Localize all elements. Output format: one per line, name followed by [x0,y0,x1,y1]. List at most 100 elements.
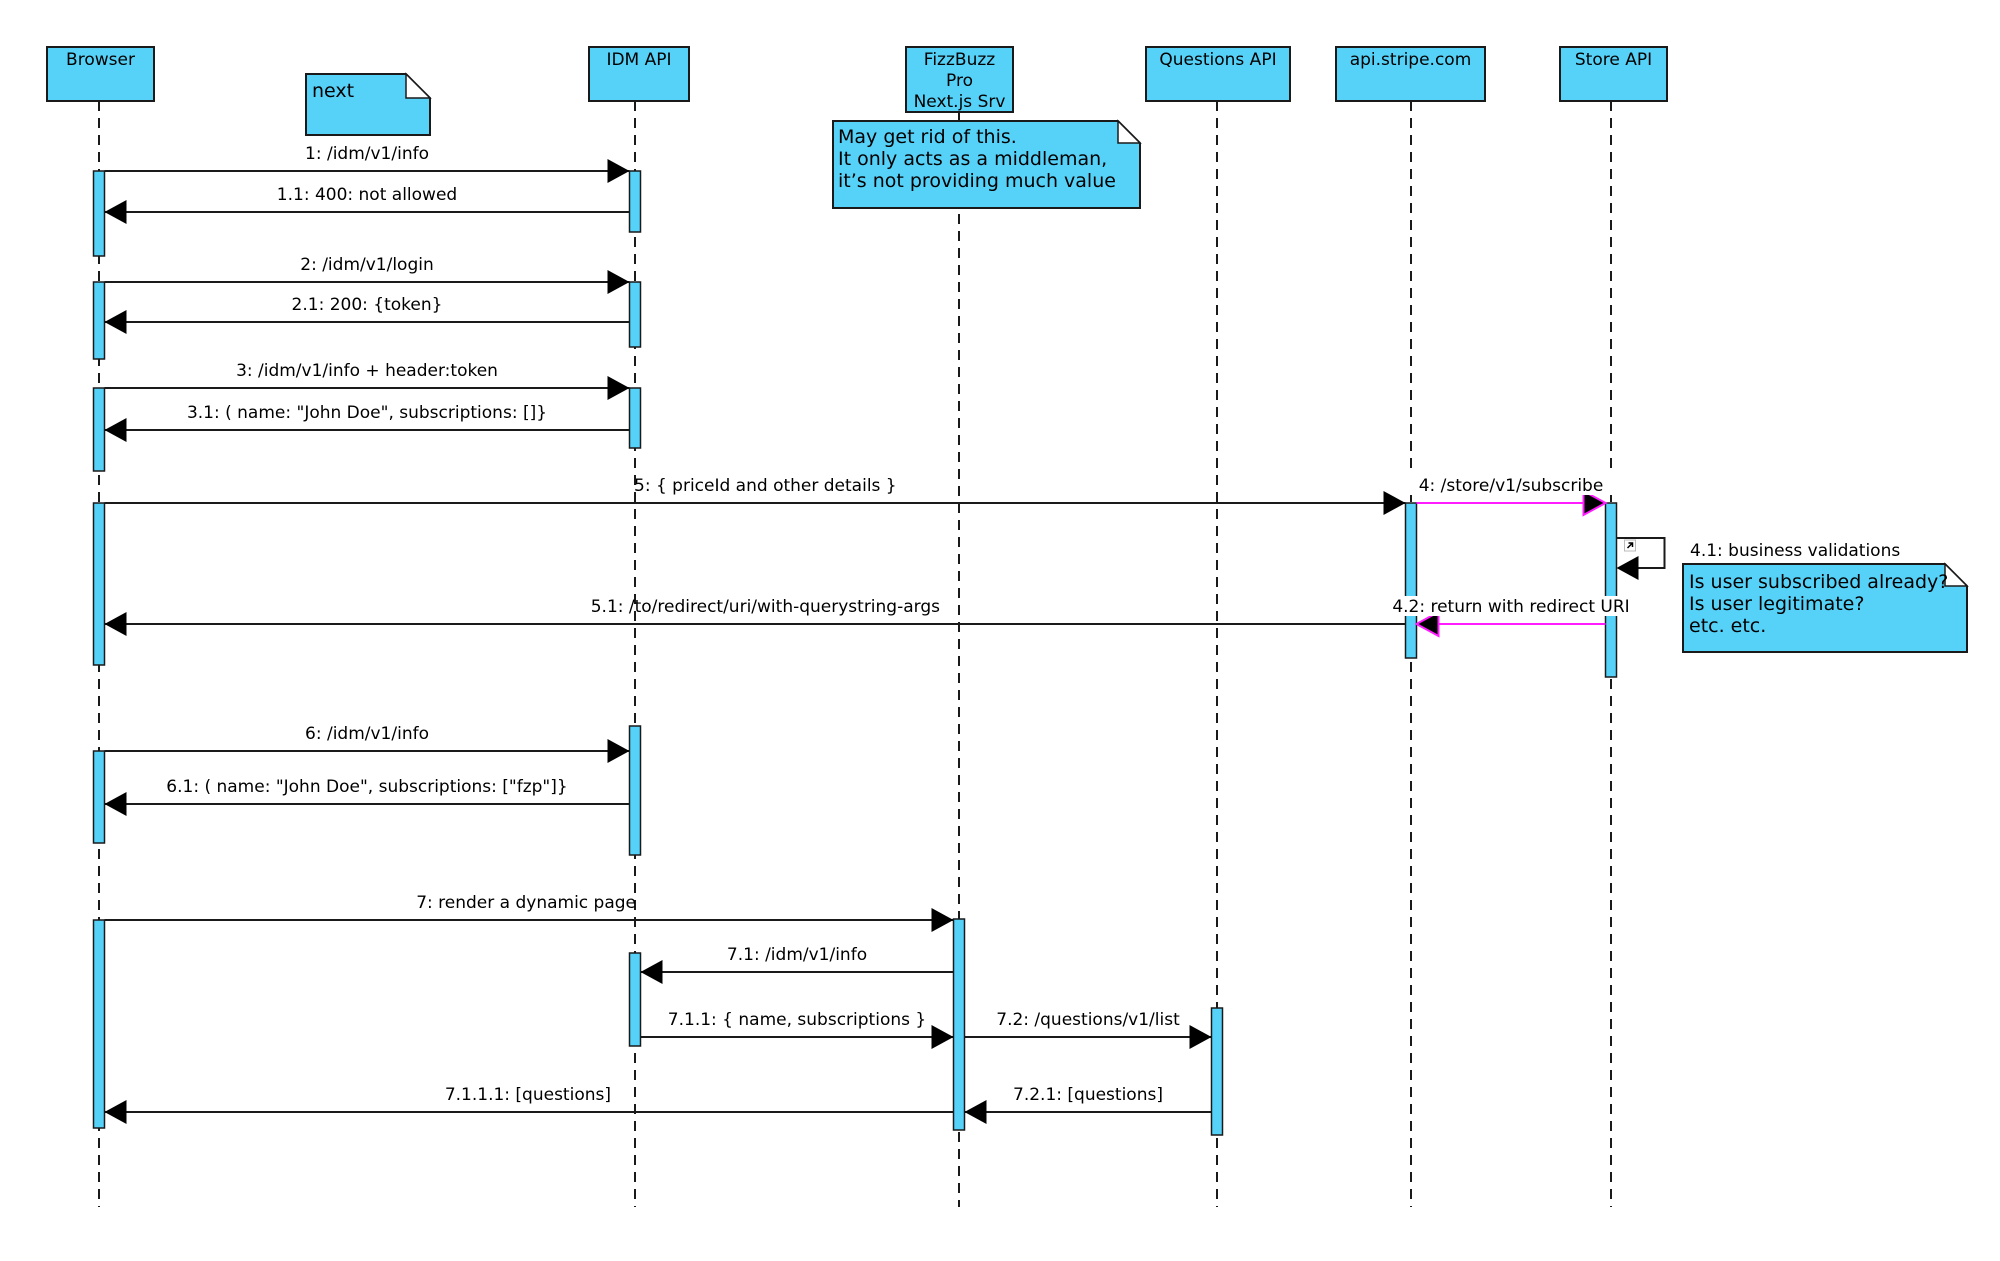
messages-layer: 1: /idm/v1/info 1.1: 400: not allowed 2: /… [104,144,1900,1124]
message-m7-1-1-1[interactable]: 7.1.1.1: [questions] [104,1085,954,1124]
arrowhead-icon [1189,1025,1212,1049]
arrowhead-icon [104,792,127,816]
message-m2-1[interactable]: 2.1: 200: {token} [104,295,630,334]
message-label: 4: /store/v1/subscribe [1419,476,1604,496]
activation-bar-browser [92,387,106,472]
arrowhead-icon [931,908,954,932]
arrowhead-icon [104,612,127,636]
message-m1-1[interactable]: 1.1: 400: not allowed [104,185,630,224]
participant-label: Browser [66,50,135,70]
activation-bar-idm [628,281,642,348]
message-label: 7.1.1.1: [questions] [445,1085,611,1105]
participant-idm[interactable]: IDM API [588,46,690,102]
arrowhead-icon [607,376,630,400]
arrowhead-icon [640,960,663,984]
message-label: 5.1: /to/redirect/uri/with-querystring-a… [591,597,940,617]
participant-label: IDM API [606,50,671,70]
message-label: 3.1: ( name: "John Doe", subscriptions: … [187,403,547,423]
participant-label: Pro [946,71,973,91]
participant-browser[interactable]: Browser [46,46,155,102]
message-m1[interactable]: 1: /idm/v1/info [104,144,630,183]
arrowhead-icon [607,159,630,183]
participant-questions[interactable]: Questions API [1145,46,1291,102]
notes-layer: next May get rid of this.It only acts as … [305,72,1969,653]
message-label: 1: /idm/v1/info [305,144,429,164]
arrowhead-icon [607,270,630,294]
message-label: 7.2.1: [questions] [1013,1085,1163,1105]
note-middleman[interactable]: May get rid of this.It only acts as a mi… [832,112,1142,209]
note-text-line: Is user legitimate? [1689,593,1864,615]
activation-bar-browser [92,281,106,360]
activation-bar-idm [628,952,642,1047]
message-label: 5: { priceId and other details } [634,476,897,496]
note-text-line: Is user subscribed already? [1689,571,1948,593]
participant-label: Next.js Srv [914,92,1006,112]
message-line[interactable] [1616,537,1666,569]
participant-store[interactable]: Store API [1559,46,1668,102]
message-m3[interactable]: 3: /idm/v1/info + header:token [104,361,630,400]
message-m7-2-1[interactable]: 7.2.1: [questions] [964,1085,1212,1124]
participant-label: api.stripe.com [1350,50,1472,70]
message-m4[interactable]: 4: /store/v1/subscribe [1408,475,1614,517]
note-text-line: it’s not providing much value [838,170,1116,192]
activation-bar-browser [92,919,106,1129]
arrowhead-icon [964,1100,987,1124]
link-icon [1624,539,1636,552]
activations-layer [92,170,1618,1136]
arrowhead-icon [607,739,630,763]
note-text-line: May get rid of this. [838,126,1017,148]
note-validations[interactable]: Is user subscribed already?Is user legit… [1682,562,1969,653]
participant-fizzbuzz[interactable]: FizzBuzzProNext.js Srv [905,46,1014,113]
activation-bar-idm [628,725,642,856]
message-label: 7.1: /idm/v1/info [727,945,867,965]
note-fold-corner [405,72,432,99]
note-text-line: etc. etc. [1689,615,1766,637]
activation-bar-store [1604,502,1618,678]
message-m7-1-1[interactable]: 7.1.1: { name, subscriptions } [640,1010,954,1049]
message-label: 1.1: 400: not allowed [277,185,457,205]
message-m6-1[interactable]: 6.1: ( name: "John Doe", subscriptions: … [104,777,630,816]
participants-layer: Browser IDM API FizzBuzzProNext.js Srv Ques… [46,46,1668,113]
arrowhead-icon [1616,556,1639,580]
message-m3-1[interactable]: 3.1: ( name: "John Doe", subscriptions: … [104,403,630,442]
note-next[interactable]: next [305,72,432,136]
activation-bar-stripe [1404,502,1418,659]
sequence-diagram: 1: /idm/v1/info 1.1: 400: not allowed 2: /… [46,46,1969,1207]
note-fold-corner [1117,119,1142,144]
participant-label: FizzBuzz [924,50,995,70]
arrowhead-icon [104,418,127,442]
message-m7-2[interactable]: 7.2: /questions/v1/list [964,1010,1212,1049]
message-m2[interactable]: 2: /idm/v1/login [104,255,630,294]
participant-label: Store API [1575,50,1652,70]
arrowhead-icon [104,200,127,224]
message-label: 2.1: 200: {token} [292,295,443,315]
arrowhead-icon [104,1100,127,1124]
message-label: 7.2: /questions/v1/list [996,1010,1180,1030]
activation-bar-idm [628,170,642,233]
message-label: 2: /idm/v1/login [300,255,434,275]
message-label: 7: render a dynamic page [416,893,636,913]
activation-bar-questions [1210,1007,1224,1136]
message-label: 7.1.1: { name, subscriptions } [668,1010,926,1030]
activation-bar-browser [92,170,106,257]
message-label: 6: /idm/v1/info [305,724,429,744]
activation-bar-browser [92,502,106,666]
message-m5[interactable]: 5: { priceId and other details } [104,476,1406,515]
message-label: 4.2: return with redirect URI [1392,597,1629,617]
note-text-line: next [312,80,354,102]
arrowhead-icon [931,1025,954,1049]
participant-stripe[interactable]: api.stripe.com [1335,46,1486,102]
activation-bar-idm [628,387,642,449]
message-m6[interactable]: 6: /idm/v1/info [104,724,630,763]
activation-bar-browser [92,750,106,844]
message-label: 3: /idm/v1/info + header:token [236,361,498,381]
message-m7[interactable]: 7: render a dynamic page [104,893,954,932]
message-m5-1[interactable]: 5.1: /to/redirect/uri/with-querystring-a… [104,597,1406,636]
message-label: 6.1: ( name: "John Doe", subscriptions: … [166,777,567,797]
participant-label: Questions API [1159,50,1276,70]
activation-bar-fizzbuzz [952,918,966,1131]
arrowhead-icon [1383,491,1406,515]
note-text-line: It only acts as a middleman, [838,148,1107,170]
message-label: 4.1: business validations [1690,541,1900,561]
message-m7-1[interactable]: 7.1: /idm/v1/info [640,945,954,984]
